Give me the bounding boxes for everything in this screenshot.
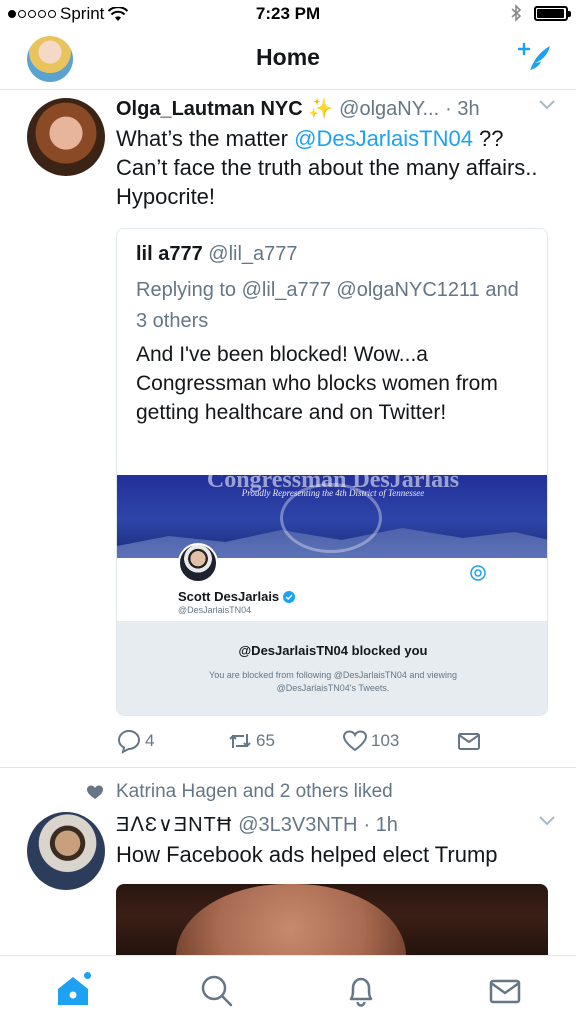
- retweet-count: 65: [256, 731, 275, 750]
- tab-bar: [0, 955, 576, 1024]
- tweet[interactable]: Olga_Lautman NYC ✨ @olgaNY... · 3h What’…: [0, 96, 576, 766]
- banner-subtitle: Proudly Representing the 4th District of…: [241, 488, 425, 498]
- embedded-profile-name-row: Scott DesJarlais: [178, 589, 296, 604]
- embedded-profile-avatar: [178, 543, 218, 583]
- verified-badge-icon: [283, 590, 296, 603]
- embedded-screenshot[interactable]: Congressman DesJarlais Proudly Represent…: [117, 475, 547, 715]
- media-photo: [176, 884, 406, 964]
- embedded-profile-name: Scott DesJarlais: [178, 589, 280, 604]
- tab-search[interactable]: [198, 972, 236, 1010]
- tweet-text-part: What’s the matter: [116, 126, 295, 151]
- reply-button[interactable]: 4: [116, 728, 154, 754]
- social-context[interactable]: Katrina Hagen and 2 others liked: [116, 781, 393, 803]
- mention-link[interactable]: @DesJarlaisTN04: [294, 126, 473, 151]
- tab-home[interactable]: [54, 972, 92, 1010]
- bluetooth-icon: [511, 4, 522, 22]
- blocked-title: @DesJarlaisTN04 blocked you: [238, 643, 428, 658]
- tweet-author-avatar[interactable]: [27, 98, 105, 176]
- page-title: Home: [256, 44, 320, 70]
- like-button[interactable]: 103: [342, 728, 399, 754]
- battery-level: [537, 8, 564, 18]
- envelope-icon: [458, 733, 480, 750]
- blocked-notice: @DesJarlaisTN04 blocked you You are bloc…: [117, 621, 547, 715]
- tweet-header: Olga_Lautman NYC ✨ @olgaNY... · 3h: [116, 96, 556, 122]
- quoted-tweet[interactable]: lil a777 @lil_a777 Replying to @lil_a777…: [116, 228, 548, 716]
- nav-bar: Home: [0, 30, 576, 90]
- chevron-down-icon[interactable]: [538, 98, 556, 110]
- embedded-profile-handle: @DesJarlaisTN04: [178, 605, 252, 615]
- tweet-author-name[interactable]: Olga_Lautman NYC ✨: [116, 96, 333, 121]
- replying-to-label: Replying to: [136, 279, 242, 301]
- tweet-author-name[interactable]: ƎⴷƐ∨ƎΝTĦ: [116, 812, 232, 837]
- retweet-icon: [229, 734, 251, 748]
- tweet-timestamp: · 3h: [445, 98, 480, 120]
- reply-icon: [117, 729, 141, 754]
- quoted-author-handle: @lil_a777: [208, 243, 298, 265]
- heart-icon: [87, 785, 103, 799]
- tweet-author-handle: @3L3V3NTH: [238, 814, 358, 836]
- tweet-text: How Facebook ads helped elect Trump: [116, 842, 498, 867]
- replying-to-handles[interactable]: @lil_a777 @olgaNYC1211: [242, 279, 480, 301]
- heart-icon: [342, 730, 368, 752]
- new-content-dot: [84, 972, 91, 979]
- messages-icon: [489, 979, 521, 1004]
- tweet-author-avatar[interactable]: [27, 812, 105, 890]
- gear-icon: [470, 565, 486, 581]
- replying-to: Replying to @lil_a777 @olgaNYC1211 and 3…: [136, 275, 528, 337]
- profile-banner: Congressman DesJarlais Proudly Represent…: [117, 475, 547, 558]
- like-count: 103: [371, 731, 400, 750]
- status-bar: Sprint 7:23 PM: [0, 0, 576, 30]
- compose-tweet-icon[interactable]: [514, 40, 552, 78]
- tweet-author-handle: @olgaNY...: [339, 98, 440, 120]
- blocked-description: You are blocked from following @DesJarla…: [209, 670, 457, 693]
- direct-message-button[interactable]: [456, 728, 482, 754]
- tweet-divider: [0, 767, 576, 768]
- tab-messages[interactable]: [486, 972, 524, 1010]
- battery-icon: [534, 5, 571, 21]
- quoted-author-name: lil a777: [136, 243, 203, 265]
- clock: 7:23 PM: [255, 4, 321, 23]
- reply-count: 4: [145, 731, 155, 750]
- search-icon: [201, 975, 233, 1007]
- notifications-icon: [349, 977, 373, 1007]
- quoted-tweet-header: lil a777 @lil_a777: [136, 243, 298, 266]
- tweet-media-image[interactable]: [116, 884, 548, 964]
- chevron-down-icon[interactable]: [538, 814, 556, 826]
- retweet-button[interactable]: 65: [227, 728, 275, 754]
- tweet-timestamp: · 1h: [363, 814, 398, 836]
- tweet-text: What’s the matter @DesJarlaisTN04 ?? Can…: [116, 124, 546, 211]
- quoted-tweet-text: And I've been blocked! Wow...a Congressm…: [136, 343, 498, 424]
- tweet-header: ƎⴷƐ∨ƎΝTĦ @3L3V3NTH · 1h: [116, 812, 556, 838]
- tab-notifications[interactable]: [342, 972, 380, 1010]
- tweet-actions: 4 65 103: [116, 728, 556, 758]
